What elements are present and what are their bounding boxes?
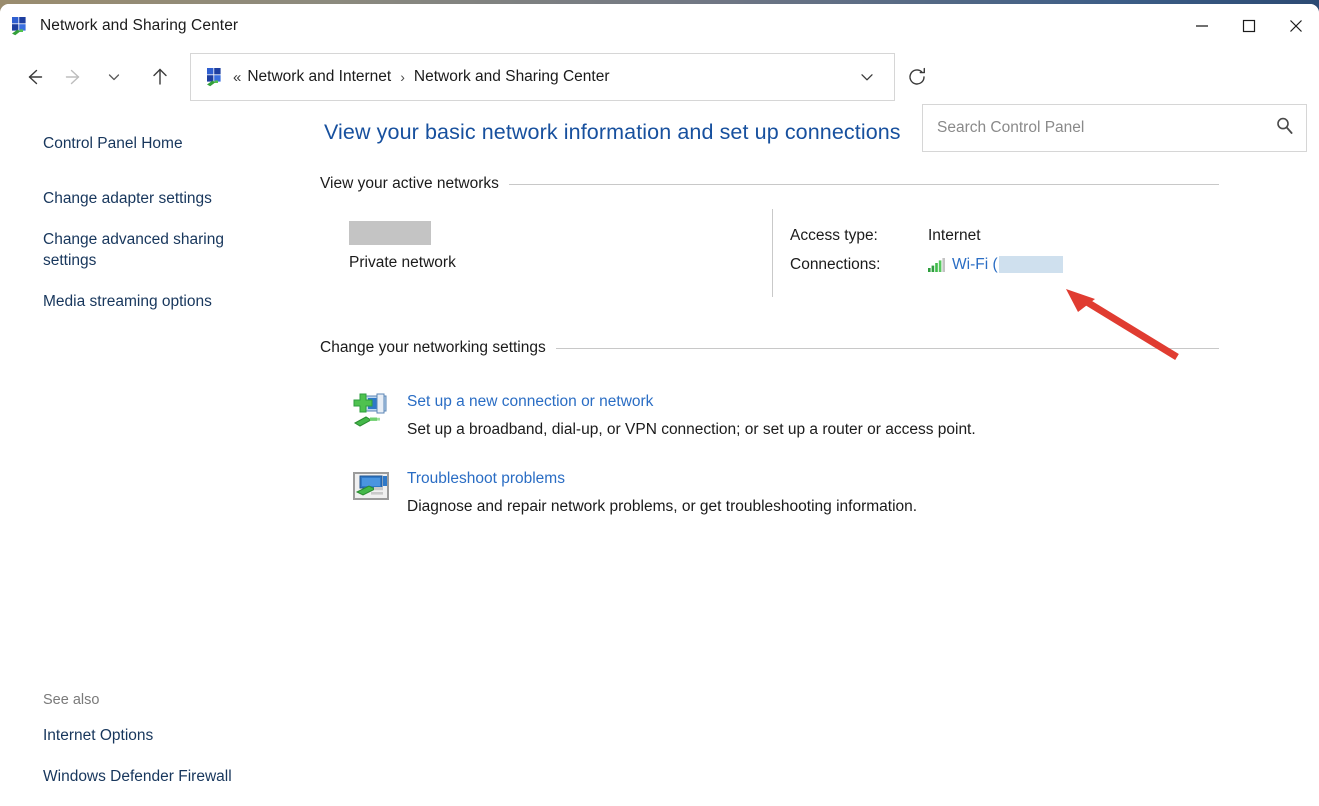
network-type-label: Private network xyxy=(349,254,456,272)
address-bar[interactable]: « Network and Internet › Network and Sha… xyxy=(190,53,895,101)
window-controls xyxy=(1178,4,1319,48)
breadcrumb-overflow[interactable]: « xyxy=(225,69,243,86)
sidebar-item-change-advanced-sharing-settings[interactable]: Change advanced sharing settings xyxy=(43,230,278,272)
active-networks-heading-text: View your active networks xyxy=(320,175,509,193)
see-also-section: See also Internet Options Windows Defend… xyxy=(43,692,303,788)
window-title: Network and Sharing Center xyxy=(40,17,238,35)
networking-settings-heading-text: Change your networking settings xyxy=(320,339,556,357)
detail-row-access-type: Access type: Internet xyxy=(790,221,1063,250)
setting-item-new-connection: Set up a new connection or network Set u… xyxy=(320,390,1219,439)
section-rule xyxy=(556,348,1219,349)
breadcrumb-network-and-internet[interactable]: Network and Internet xyxy=(243,66,395,88)
sidebar-item-windows-defender-firewall[interactable]: Windows Defender Firewall xyxy=(43,767,278,788)
access-type-label: Access type: xyxy=(790,227,928,245)
active-networks-block: Private network Access type: Internet Co… xyxy=(320,221,1219,329)
navigation-bar: « Network and Internet › Network and Sha… xyxy=(0,48,1319,106)
link-troubleshoot-problems[interactable]: Troubleshoot problems xyxy=(407,470,565,488)
detail-row-connections: Connections: Wi-Fi ( xyxy=(790,250,1063,279)
minimize-button[interactable] xyxy=(1178,4,1225,48)
active-networks-heading: View your active networks xyxy=(320,175,1219,193)
network-sharing-icon xyxy=(10,16,30,36)
setting-item-troubleshoot: Troubleshoot problems Diagnose and repai… xyxy=(320,467,1219,516)
network-name-redaction xyxy=(349,221,431,245)
main-panel: View your basic network information and … xyxy=(320,106,1319,806)
network-sharing-center-window: Network and Sharing Center xyxy=(0,4,1319,806)
desc-set-up-new-connection: Set up a broadband, dial-up, or VPN conn… xyxy=(407,421,976,439)
forward-button[interactable] xyxy=(54,57,94,97)
sidebar-item-internet-options[interactable]: Internet Options xyxy=(43,726,278,747)
sidebar-item-control-panel-home[interactable]: Control Panel Home xyxy=(43,134,278,155)
address-network-sharing-icon xyxy=(205,67,225,87)
new-connection-icon xyxy=(349,390,393,434)
access-type-value: Internet xyxy=(928,227,981,245)
networking-settings-heading: Change your networking settings xyxy=(320,339,1219,357)
desc-troubleshoot-problems: Diagnose and repair network problems, or… xyxy=(407,498,917,516)
content-area: Control Panel Home Change adapter settin… xyxy=(0,106,1319,806)
active-network-details: Access type: Internet Connections: xyxy=(790,221,1063,279)
title-bar: Network and Sharing Center xyxy=(0,4,1319,48)
wifi-signal-icon xyxy=(928,258,946,272)
ssid-redaction xyxy=(999,256,1063,273)
see-also-label: See also xyxy=(43,692,303,708)
up-button[interactable] xyxy=(140,57,180,97)
section-rule xyxy=(509,184,1219,185)
sidebar-item-change-adapter-settings[interactable]: Change adapter settings xyxy=(43,189,278,210)
troubleshoot-icon xyxy=(349,467,393,511)
page-title: View your basic network information and … xyxy=(324,120,1219,145)
networking-settings-list: Set up a new connection or network Set u… xyxy=(320,390,1219,516)
breadcrumb-separator: › xyxy=(395,69,410,85)
close-button[interactable] xyxy=(1272,4,1319,48)
maximize-button[interactable] xyxy=(1225,4,1272,48)
setting-body-troubleshoot: Troubleshoot problems Diagnose and repai… xyxy=(407,467,917,516)
refresh-icon[interactable] xyxy=(895,53,939,101)
sidebar-gap xyxy=(43,175,320,189)
back-button[interactable] xyxy=(14,57,54,97)
sidebar-item-media-streaming-options[interactable]: Media streaming options xyxy=(43,292,278,313)
link-set-up-new-connection[interactable]: Set up a new connection or network xyxy=(407,393,653,411)
chevron-down-icon[interactable] xyxy=(850,57,884,97)
breadcrumb-network-and-sharing-center[interactable]: Network and Sharing Center xyxy=(410,66,614,88)
recent-locations-button[interactable] xyxy=(94,57,134,97)
sidebar: Control Panel Home Change adapter settin… xyxy=(0,106,320,806)
active-network-identity: Private network xyxy=(349,221,456,272)
wifi-connection-link[interactable]: Wi-Fi ( xyxy=(952,256,998,274)
active-network-divider xyxy=(772,209,773,297)
connections-label: Connections: xyxy=(790,256,928,274)
setting-body-new-connection: Set up a new connection or network Set u… xyxy=(407,390,976,439)
